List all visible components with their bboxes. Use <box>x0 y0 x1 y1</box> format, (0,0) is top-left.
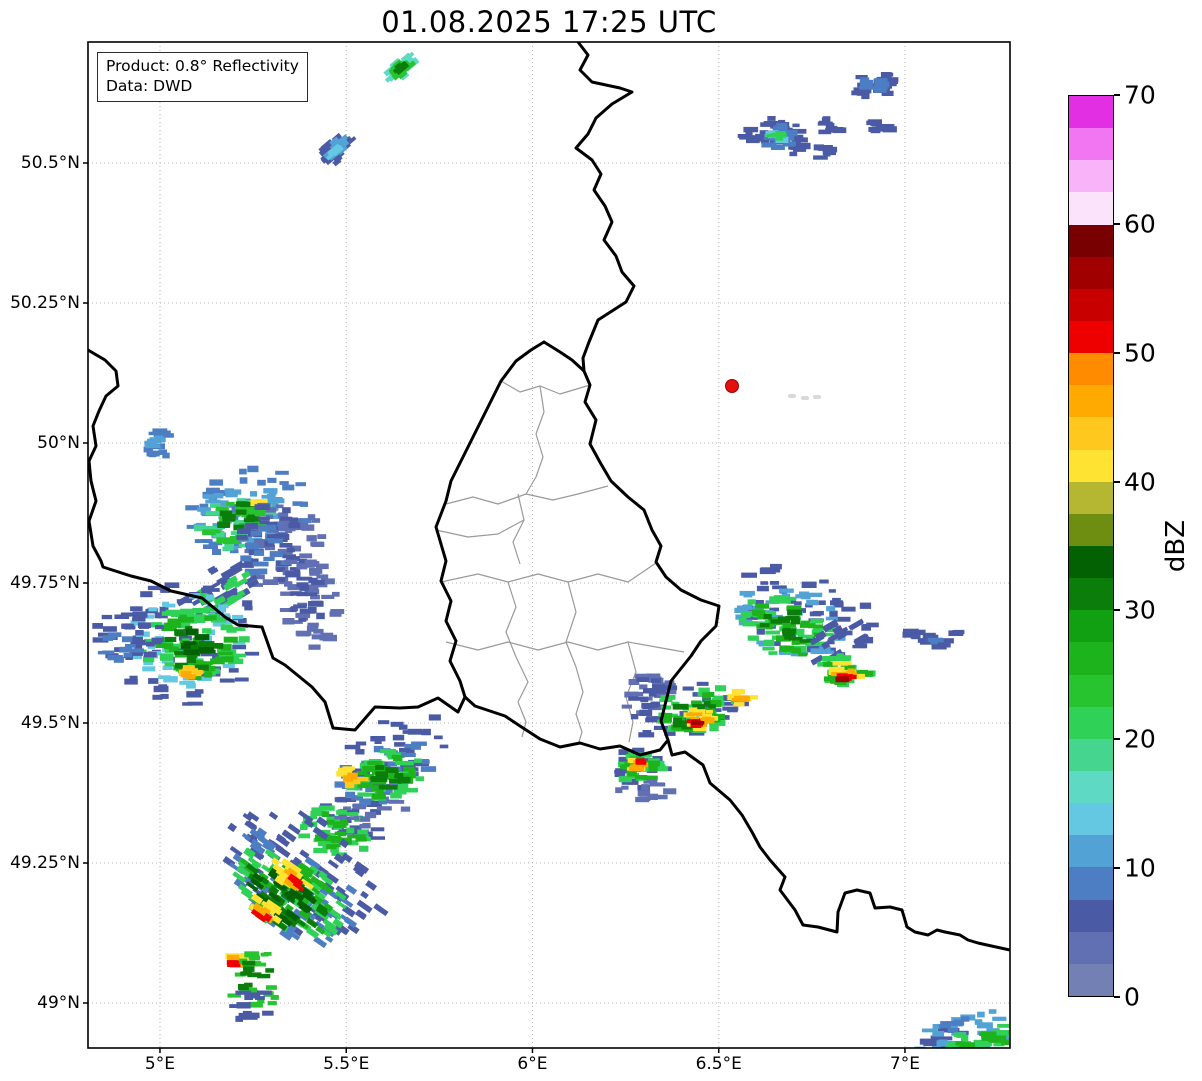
colorbar-segment <box>1069 417 1113 450</box>
colorbar-tick <box>1114 867 1120 870</box>
radar-cell-se-cell-east-core <box>817 653 876 688</box>
radar-cell-echo-ne-e <box>813 144 838 160</box>
radar-cell-nw-storm-blue-streaks <box>279 553 345 650</box>
radar-cell-se-sw-end-cell <box>614 747 677 803</box>
colorbar-segment <box>1069 706 1113 739</box>
product-line: Product: 0.8° Reflectivity <box>106 57 299 75</box>
colorbar-segment <box>1069 224 1113 257</box>
map-content <box>88 42 1010 1048</box>
colorbar-segment <box>1069 160 1113 193</box>
colorbar-segment <box>1069 867 1113 900</box>
colorbar-segment <box>1069 738 1113 771</box>
colorbar-segment <box>1069 899 1113 932</box>
faint-marks <box>788 394 821 400</box>
colorbar-segment <box>1069 288 1113 321</box>
radar-cell-small-echo-nw-blue <box>318 132 357 167</box>
radar-cell-nw-storm-west-arm <box>92 611 164 663</box>
radar-cell-echo-ne-a <box>851 72 899 100</box>
colorbar-segment <box>1069 578 1113 611</box>
colorbar-tick <box>1114 94 1120 96</box>
radar-cell-echo-ne-d <box>866 119 897 134</box>
radar-cell-nw-storm-north-lobe <box>185 465 312 555</box>
radar-cell-se-line-ne-fan <box>734 563 879 666</box>
colorbar-segment <box>1069 256 1113 289</box>
colorbar-segment <box>1069 770 1113 804</box>
colorbar-segment <box>1069 545 1113 579</box>
colorbar-tick <box>1114 738 1120 741</box>
colorbar-segment <box>1069 642 1113 675</box>
colorbar-segment <box>1069 835 1113 868</box>
colorbar-segment <box>1069 96 1113 129</box>
colorbar-segment <box>1069 449 1113 482</box>
product-info-box: Product: 0.8° Reflectivity Data: DWD <box>97 52 308 102</box>
colorbar-tick <box>1114 996 1120 998</box>
colorbar-segment <box>1069 963 1113 996</box>
colorbar-segment <box>1069 128 1113 161</box>
colorbar-tick <box>1114 351 1120 354</box>
colorbar-segment <box>1069 803 1113 836</box>
colorbar-tick <box>1114 609 1120 612</box>
colorbar-segment <box>1069 674 1113 707</box>
radar-cell-small-echo-nw-green <box>383 51 420 83</box>
colorbar-segment <box>1069 385 1113 418</box>
colorbar-segment <box>1069 192 1113 225</box>
colorbar-tick <box>1114 480 1120 483</box>
radar-map <box>83 41 1011 1053</box>
colorbar <box>1068 95 1114 997</box>
radar-cell-echo-ne-b <box>737 116 811 157</box>
colorbar-segment <box>1069 513 1113 546</box>
data-source-line: Data: DWD <box>106 77 193 96</box>
colorbar-segment <box>1069 320 1113 354</box>
colorbar-segment <box>1069 353 1113 386</box>
colorbar-segment <box>1069 931 1113 964</box>
radar-figure-page: 01.08.2025 17:25 UTC Product: 0.8° Refle… <box>0 0 1202 1081</box>
colorbar-segment <box>1069 610 1113 643</box>
radar-cell-echo-ne-c <box>817 116 847 135</box>
radar-cell-se-blue-dashes <box>902 628 965 650</box>
radar-cell-corner-echo-se <box>914 1009 1010 1048</box>
colorbar-tick <box>1114 222 1120 225</box>
radar-station-marker <box>725 379 739 393</box>
colorbar-segment <box>1069 481 1113 514</box>
radar-cell-echo-w-blue-dot <box>143 428 174 459</box>
